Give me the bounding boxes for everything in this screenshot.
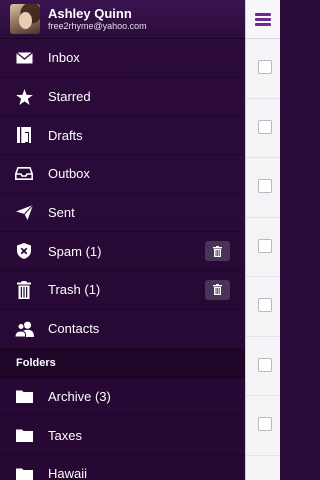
- message-checkbox[interactable]: [258, 238, 272, 253]
- menu-item-trash[interactable]: Trash (1): [0, 271, 245, 310]
- menu-label-drafts: Drafts: [48, 127, 83, 143]
- menu-label-contacts: Contacts: [48, 321, 100, 337]
- menu-label-inbox: Inbox: [48, 50, 80, 66]
- peek-header: [246, 0, 280, 39]
- message-checkbox[interactable]: [258, 179, 272, 193]
- menu-item-sent[interactable]: Sent: [0, 194, 245, 233]
- menu-item-contacts[interactable]: Contacts: [0, 310, 245, 349]
- message-row[interactable]: [246, 158, 280, 218]
- message-row[interactable]: [246, 277, 280, 337]
- contacts-icon: [0, 321, 48, 337]
- message-row[interactable]: [246, 99, 280, 158]
- menu-label-trash: Trash (1): [48, 282, 101, 298]
- trash-icon: [0, 280, 48, 299]
- folder-icon: [0, 428, 48, 443]
- folder-icon: [0, 389, 48, 404]
- folder-item-archive[interactable]: Archive (3): [0, 378, 245, 417]
- menu-label-spam: Spam (1): [48, 243, 102, 259]
- empty-spam-button[interactable]: [205, 241, 230, 262]
- trash-icon: [213, 284, 222, 296]
- drafts-icon: [0, 127, 48, 144]
- menu-label-starred: Starred: [48, 89, 91, 105]
- message-checkbox[interactable]: [258, 119, 272, 134]
- message-list-peek: [245, 0, 280, 480]
- menu-item-outbox[interactable]: Outbox: [0, 155, 245, 194]
- message-checkbox[interactable]: [258, 298, 272, 312]
- account-header[interactable]: Ashley Quinn free2rhyme@yahoo.com: [0, 0, 245, 39]
- message-checkbox[interactable]: [258, 417, 272, 431]
- folder-label-taxes: Taxes: [48, 427, 82, 443]
- menu-item-starred[interactable]: Starred: [0, 78, 245, 117]
- avatar[interactable]: [10, 4, 40, 34]
- menu-item-drafts[interactable]: Drafts: [0, 116, 245, 156]
- message-row[interactable]: [246, 337, 280, 396]
- account-name: Ashley Quinn: [48, 6, 132, 21]
- folder-icon: [0, 467, 48, 480]
- account-info: Ashley Quinn free2rhyme@yahoo.com: [48, 7, 147, 31]
- menu-item-inbox[interactable]: Inbox: [0, 39, 245, 78]
- outbox-tray-icon: [0, 167, 48, 181]
- empty-trash-button[interactable]: [205, 279, 230, 300]
- menu-item-spam[interactable]: Spam (1): [0, 232, 245, 272]
- paper-plane-icon: [0, 205, 48, 221]
- folder-item-taxes[interactable]: Taxes: [0, 416, 245, 455]
- menu-label-outbox: Outbox: [48, 166, 90, 182]
- message-row[interactable]: [246, 218, 280, 277]
- star-icon: [0, 88, 48, 105]
- account-email: free2rhyme@yahoo.com: [48, 21, 147, 31]
- hamburger-menu-icon[interactable]: [255, 12, 271, 26]
- navigation-drawer: Ashley Quinn free2rhyme@yahoo.com Inbox …: [0, 0, 245, 480]
- folders-list: Archive (3) Taxes Hawaii: [0, 378, 245, 480]
- folder-label-archive: Archive (3): [48, 388, 111, 404]
- message-row[interactable]: [246, 39, 280, 99]
- folder-item-hawaii[interactable]: Hawaii: [0, 455, 245, 480]
- folder-label-hawaii: Hawaii: [48, 466, 88, 480]
- mailbox-menu: Inbox Starred Drafts Outbox Sent Spam (1…: [0, 39, 245, 349]
- spam-shield-icon: [0, 243, 48, 260]
- trash-icon: [213, 245, 222, 257]
- folders-header: Folders: [0, 348, 245, 378]
- message-checkbox[interactable]: [258, 60, 272, 74]
- menu-label-sent: Sent: [48, 205, 75, 221]
- message-row[interactable]: [246, 396, 280, 456]
- envelope-icon: [0, 51, 48, 64]
- message-checkbox[interactable]: [258, 357, 272, 372]
